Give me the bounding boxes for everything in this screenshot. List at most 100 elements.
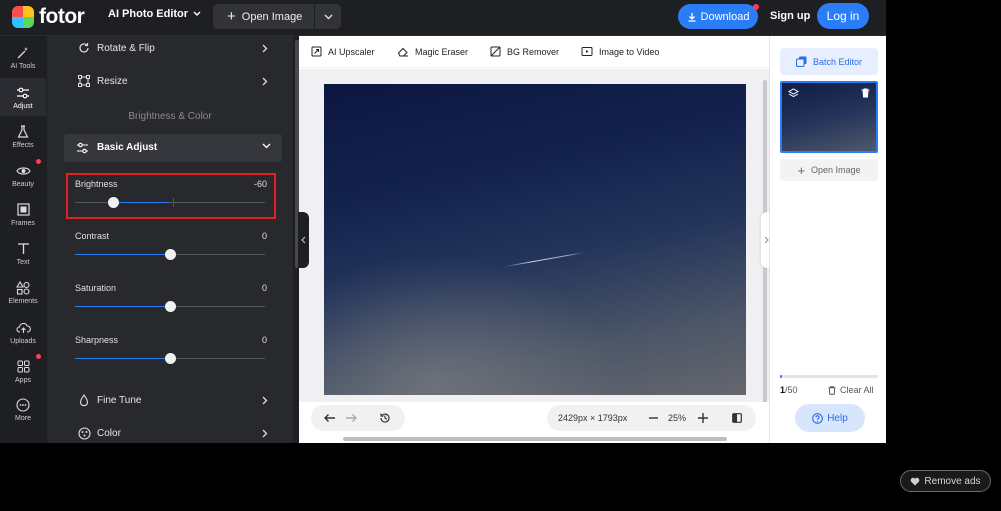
saturation-slider: Saturation 0: [75, 283, 267, 323]
image-to-video-button[interactable]: Image to Video: [581, 46, 659, 57]
open-image-dropdown-button[interactable]: [315, 14, 341, 20]
open-image-side-label: Open Image: [811, 165, 861, 175]
rail-label: Frames: [11, 219, 35, 227]
slider-value[interactable]: 0: [262, 283, 267, 293]
rail-item-frames[interactable]: Frames: [0, 195, 46, 233]
rail-label: Uploads: [10, 337, 36, 345]
undo-arrow-icon[interactable]: [323, 413, 336, 423]
rail-item-uploads[interactable]: Uploads: [0, 313, 46, 351]
ai-upscaler-button[interactable]: AI Upscaler: [311, 46, 375, 57]
open-image-split-button: + Open Image: [213, 4, 341, 29]
zoom-level[interactable]: 25%: [668, 413, 686, 423]
help-icon: [812, 412, 824, 424]
zoom-in-icon[interactable]: [698, 413, 708, 423]
trash-icon: [828, 385, 836, 395]
basic-adjust-label: Basic Adjust: [97, 142, 158, 153]
color-label: Color: [97, 427, 121, 439]
frame-icon: [15, 202, 31, 218]
image-count: 1/50: [780, 385, 798, 395]
slider-fill: [75, 358, 170, 359]
rotate-flip-row[interactable]: Rotate & Flip: [47, 36, 293, 62]
ai-upscaler-label: AI Upscaler: [328, 46, 375, 57]
download-button[interactable]: Download: [678, 4, 758, 29]
brand-name: fotor: [39, 5, 85, 28]
compare-icon[interactable]: [732, 413, 742, 423]
apps-notification-dot: [36, 354, 41, 359]
rail-item-adjust[interactable]: Adjust: [0, 78, 46, 116]
image-to-video-label: Image to Video: [599, 46, 660, 57]
rail-label: Elements: [8, 297, 38, 305]
rail-label: Text: [16, 258, 30, 266]
basic-adjust-row[interactable]: Basic Adjust: [64, 134, 282, 162]
slider-value[interactable]: 0: [262, 231, 267, 241]
cloud-upload-icon: [15, 320, 31, 336]
ai-tool-strip: AI Upscaler Magic Eraser BG Remover Imag…: [299, 36, 769, 68]
rail-label: Apps: [15, 376, 31, 384]
batch-editor-label: Batch Editor: [812, 56, 863, 67]
batch-editor-button[interactable]: Batch Editor: [780, 48, 878, 75]
slider-thumb[interactable]: [164, 353, 176, 364]
fine-tune-label: Fine Tune: [97, 394, 142, 406]
layers-icon[interactable]: [788, 88, 799, 98]
open-image-side-button[interactable]: + Open Image: [780, 159, 878, 181]
chevron-down-icon: [193, 11, 201, 16]
remove-ads-label: Remove ads: [924, 475, 981, 487]
zoom-controls: 2429px × 1793px 25%: [547, 405, 756, 431]
collapse-panel-handle[interactable]: [298, 212, 309, 268]
remove-ads-button[interactable]: Remove ads: [900, 470, 991, 492]
canvas-horizontal-scrollbar[interactable]: [343, 437, 727, 441]
color-row[interactable]: Color: [47, 419, 293, 443]
resize-icon: [77, 74, 91, 88]
bg-remover-button[interactable]: BG Remover: [490, 46, 559, 57]
video-icon: [581, 47, 593, 56]
fine-tune-row[interactable]: Fine Tune: [47, 386, 293, 414]
rotate-icon: [77, 41, 91, 55]
bg-remover-icon: [490, 46, 501, 57]
sign-up-link[interactable]: Sign up: [770, 10, 810, 22]
batch-progress-fill: [780, 375, 782, 378]
app-switcher[interactable]: AI Photo Editor: [108, 8, 201, 20]
beauty-notification-dot: [36, 159, 41, 164]
chevron-right-icon: [262, 77, 268, 85]
slider-thumb[interactable]: [164, 301, 176, 312]
batch-icon: [795, 56, 807, 67]
fotor-logo[interactable]: fotor: [12, 5, 85, 29]
clear-all-label: Clear All: [840, 385, 874, 395]
highlight-annotation-box: [66, 173, 276, 219]
section-title: Brightness & Color: [128, 111, 212, 122]
rail-item-text[interactable]: Text: [0, 234, 46, 272]
rail-item-more[interactable]: More: [0, 390, 46, 428]
contrast-slider: Contrast 0: [75, 231, 267, 271]
bg-remover-label: BG Remover: [507, 46, 560, 57]
edited-photo[interactable]: [324, 84, 746, 395]
rail-item-ai-tools[interactable]: AI Tools: [0, 38, 46, 76]
open-image-label: Open Image: [241, 10, 303, 23]
adjust-panel: Rotate & Flip Resize Brightness & Color …: [47, 36, 293, 443]
resize-label: Resize: [97, 75, 128, 87]
image-thumbnail[interactable]: [780, 81, 878, 153]
magic-wand-icon: [15, 45, 31, 61]
plus-icon: +: [227, 8, 236, 25]
resize-row[interactable]: Resize: [47, 67, 293, 95]
trash-icon[interactable]: [861, 88, 870, 98]
more-icon: [15, 397, 31, 413]
rail-item-effects[interactable]: Effects: [0, 117, 46, 155]
photo-haze: [324, 255, 624, 395]
sharpness-slider: Sharpness 0: [75, 335, 267, 375]
redo-arrow-icon[interactable]: [345, 413, 358, 423]
log-in-button[interactable]: Log in: [817, 3, 869, 29]
slider-fill: [75, 306, 170, 307]
rail-item-elements[interactable]: Elements: [0, 273, 46, 311]
open-image-button[interactable]: + Open Image: [213, 4, 315, 29]
magic-eraser-button[interactable]: Magic Eraser: [397, 46, 468, 57]
right-panel: Batch Editor + Open Image 1/50 Clear All…: [769, 36, 886, 443]
batch-progress-bar: [780, 375, 878, 378]
clear-all-button[interactable]: Clear All: [828, 385, 874, 395]
zoom-out-icon[interactable]: [649, 417, 658, 419]
history-icon[interactable]: [379, 412, 391, 424]
slider-thumb[interactable]: [164, 249, 176, 260]
slider-value[interactable]: 0: [262, 335, 267, 345]
help-button[interactable]: Help: [795, 404, 865, 432]
top-bar: fotor AI Photo Editor + Open Image Downl…: [0, 0, 886, 36]
chevron-right-icon: [262, 44, 268, 52]
